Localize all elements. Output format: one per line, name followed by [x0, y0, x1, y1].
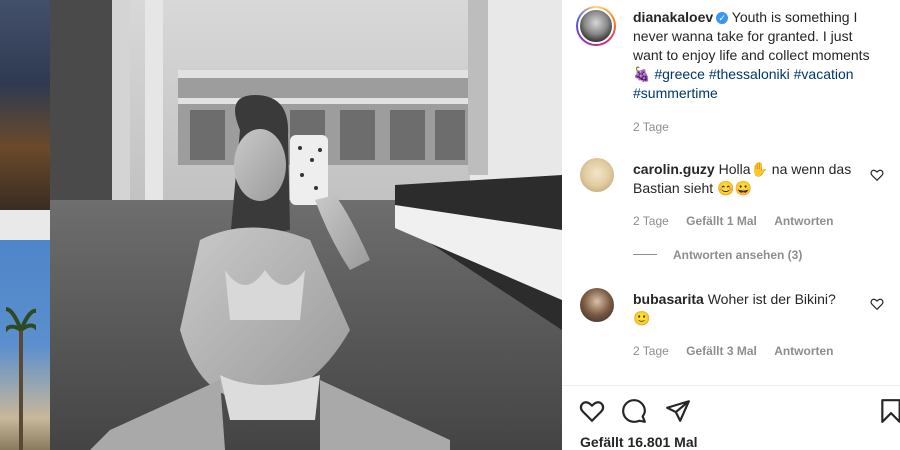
hashtag-vacation[interactable]: #vacation [794, 66, 854, 82]
commenter-avatar[interactable] [580, 288, 614, 322]
comment-meta: 2 Tage Gefällt 1 Mal Antworten [633, 214, 848, 228]
share-icon[interactable] [665, 398, 691, 424]
comment-meta: 2 Tage Gefällt 3 Mal Antworten [633, 344, 848, 358]
comment-time[interactable]: 2 Tage [633, 214, 669, 228]
view-replies-button[interactable]: Antworten ansehen (3) [633, 248, 802, 262]
actions-divider [562, 385, 900, 386]
heart-icon[interactable] [579, 398, 605, 424]
likes-count[interactable]: Gefällt 16.801 Mal [580, 434, 698, 450]
photo-scene [50, 0, 562, 450]
comment-text-block: carolin.guzy Holla✋ na wenn das Bastian … [633, 160, 853, 198]
verified-badge-icon: ✓ [716, 12, 729, 24]
hashtag-greece[interactable]: #greece [654, 66, 705, 82]
view-replies-label: Antworten ansehen (3) [673, 248, 803, 262]
comment-likes[interactable]: Gefällt 3 Mal [686, 344, 757, 358]
bookmark-icon[interactable] [878, 398, 900, 424]
caption: dianakaloev ✓ Youth is something I never … [633, 8, 883, 103]
caption-meta: 2 Tage [633, 120, 683, 134]
comment-likes[interactable]: Gefällt 1 Mal [686, 214, 757, 228]
comment-text-block: bubasarita Woher ist der Bikini? 🙂 [633, 290, 853, 328]
author-username[interactable]: dianakaloev [633, 9, 713, 25]
hashtag-summertime[interactable]: #summertime [633, 85, 718, 101]
backdrop-image-top [0, 0, 50, 210]
caption-time[interactable]: 2 Tage [633, 120, 669, 134]
replies-line [633, 254, 657, 255]
post-side-panel: dianakaloev ✓ Youth is something I never … [562, 0, 900, 450]
comment-reply-button[interactable]: Antworten [774, 214, 833, 228]
backdrop-gap [0, 210, 50, 240]
post-photo[interactable] [50, 0, 562, 450]
commenter-username[interactable]: carolin.guzy [633, 161, 715, 177]
comment-time[interactable]: 2 Tage [633, 344, 669, 358]
comment-like-heart-icon[interactable] [870, 297, 884, 311]
commenter-username[interactable]: bubasarita [633, 291, 704, 307]
author-avatar[interactable] [576, 6, 616, 46]
feed-backdrop [0, 0, 50, 450]
comment-reply-button[interactable]: Antworten [774, 344, 833, 358]
commenter-avatar[interactable] [580, 158, 614, 192]
comment-icon[interactable] [621, 398, 647, 424]
comment-like-heart-icon[interactable] [870, 168, 884, 182]
palm-tree-image [6, 307, 36, 450]
caption-emoji: 🍇 [633, 66, 651, 82]
hashtag-thessaloniki[interactable]: #thessaloniki [709, 66, 790, 82]
